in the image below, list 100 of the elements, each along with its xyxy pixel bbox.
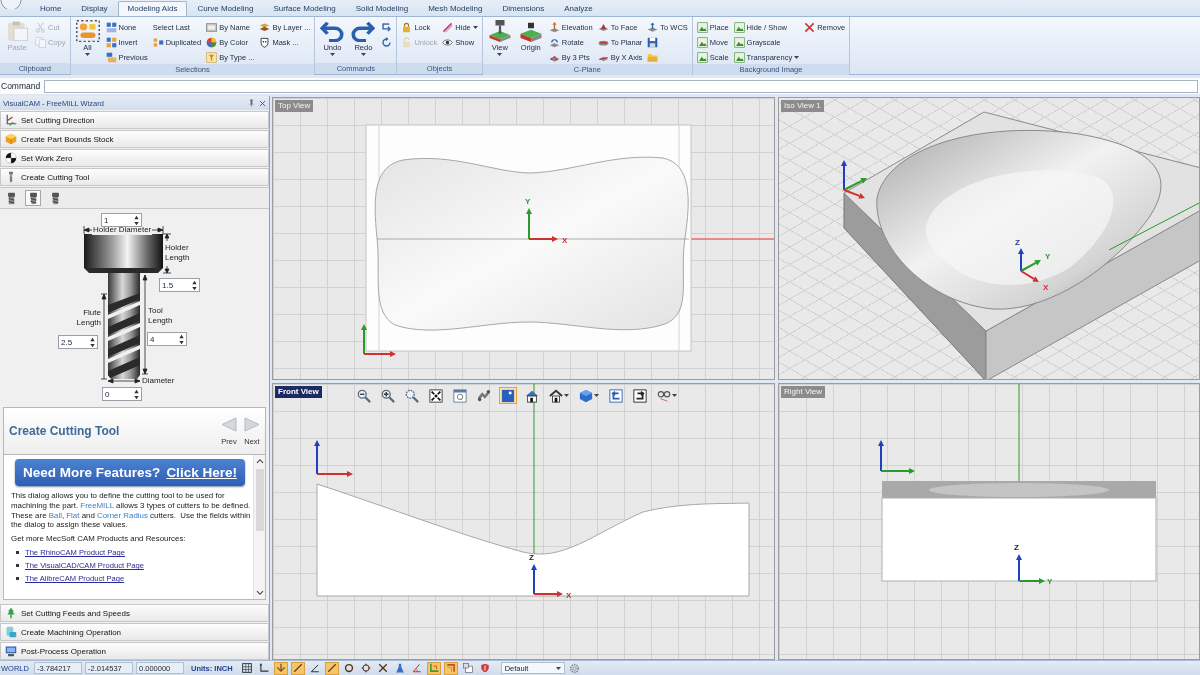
- picture-icon: [696, 51, 708, 63]
- name-tag-icon: [206, 21, 218, 33]
- y-axis-arrow: [843, 178, 867, 191]
- quadrant-disc-icon: [5, 152, 17, 164]
- pages-icon: [35, 36, 46, 48]
- wizard-step-button[interactable]: Set Cutting Direction: [0, 111, 269, 129]
- bullet-icon: [16, 564, 19, 568]
- glasses-icon: [657, 388, 671, 403]
- picture-icon: [696, 36, 708, 48]
- undo-icon: [320, 20, 345, 42]
- number-field[interactable]: 0: [102, 387, 142, 401]
- ribbon-tab[interactable]: Modeling Aids: [117, 1, 188, 16]
- scrollbar[interactable]: [253, 455, 265, 599]
- command-label: Command: [0, 81, 42, 91]
- x-mark-icon: [377, 663, 388, 673]
- spin-arrows-icon: [133, 214, 140, 226]
- ribbon-tab[interactable]: Curve Modeling: [187, 1, 264, 16]
- tool-type-button[interactable]: [25, 190, 41, 206]
- layers-icon: [259, 21, 271, 33]
- rotate-plane-icon: [548, 36, 560, 48]
- axis-label: X: [562, 236, 568, 245]
- scrollbar-thumb[interactable]: [255, 469, 264, 531]
- scroll-up-button[interactable]: [255, 458, 264, 465]
- wizard-step-button[interactable]: Set Cutting Feeds and Speeds: [0, 604, 269, 622]
- view-tool-button[interactable]: [379, 387, 397, 404]
- z-axis-arrow: [1018, 248, 1024, 272]
- snap-button[interactable]: [324, 661, 339, 675]
- view-tool-button[interactable]: [547, 387, 571, 404]
- z-axis-arrow: [531, 564, 537, 595]
- axis-label: Z: [529, 553, 534, 562]
- bullet-icon: [16, 577, 19, 581]
- bullet-icon: [16, 551, 19, 555]
- ribbon-tab[interactable]: Display: [71, 1, 118, 16]
- grid-button[interactable]: [239, 661, 254, 675]
- wizard-step-button[interactable]: Create Cutting Tool: [0, 168, 269, 186]
- ribbon-tab[interactable]: Analyze: [554, 1, 603, 16]
- plane-camera-icon: [487, 20, 512, 42]
- color-wheel-icon: [206, 36, 218, 48]
- ribbon-tab[interactable]: Surface Modeling: [263, 1, 346, 16]
- computer-icon: [5, 645, 17, 657]
- number-field[interactable]: 1: [101, 213, 142, 227]
- perpendicular-icon: [275, 663, 286, 673]
- view-tool-button[interactable]: [427, 387, 445, 404]
- corner-icon: [445, 663, 456, 673]
- command-field[interactable]: [44, 79, 1198, 93]
- axes-icon: [5, 114, 17, 126]
- window-magnifier-icon: [453, 388, 467, 403]
- x-axis-arrow: [1020, 270, 1039, 282]
- slash-icon: [442, 21, 454, 33]
- selection-box-icon: [75, 20, 100, 42]
- chevron-down-icon: [255, 589, 264, 596]
- number-field[interactable]: 2.5: [58, 335, 98, 349]
- pan-icon: [477, 388, 491, 403]
- settings-icon: [569, 662, 581, 674]
- settings-button[interactable]: [567, 661, 582, 675]
- wizard-step-button[interactable]: Create Machining Operation: [0, 623, 269, 641]
- y-axis-arrow: [361, 324, 367, 355]
- axis-label: Y: [1045, 252, 1051, 261]
- wizard-step-button[interactable]: Post-Process Operation: [0, 642, 269, 660]
- y-axis-arrow: [880, 468, 915, 474]
- viewport[interactable]: Z X Front View: [272, 383, 775, 660]
- view-tool-button[interactable]: [607, 387, 625, 404]
- left-triangle-icon: [221, 416, 237, 432]
- viewport[interactable]: Z Y X Iso View 1: [778, 97, 1200, 380]
- undo-view-icon: [609, 388, 623, 403]
- dimension-label: Flute Length: [75, 308, 101, 328]
- corner-radius-end-mill-icon: [49, 191, 61, 205]
- pin-button[interactable]: [248, 99, 255, 107]
- wizard-step-button[interactable]: Create Part Bounds Stock: [0, 130, 269, 148]
- y-axis-arrow: [1020, 260, 1041, 272]
- snap-button[interactable]: [273, 661, 288, 675]
- wizard-step-button[interactable]: Set Work Zero: [0, 149, 269, 167]
- view-tool-button[interactable]: [631, 387, 649, 404]
- z-axis-arrow: [314, 440, 320, 475]
- number-field[interactable]: 4: [147, 332, 187, 346]
- ribbon-tab[interactable]: Mesh Modeling: [418, 1, 493, 16]
- viewport[interactable]: Y X Top View: [272, 97, 775, 380]
- viewport-title: Top View: [275, 100, 314, 112]
- ribbon-tab[interactable]: Solid Modeling: [345, 1, 419, 16]
- dimension-label: Holder Length: [165, 243, 191, 263]
- viewport[interactable]: Z Y Right View: [778, 383, 1200, 660]
- tree-icon: [5, 607, 17, 619]
- right-triangle-icon: [244, 416, 260, 432]
- x-axis-arrow: [316, 471, 353, 477]
- number-field[interactable]: 1.5: [159, 278, 200, 292]
- spin-arrows-icon: [191, 279, 198, 291]
- remove-icon: [804, 21, 816, 33]
- clipboard-icon: [5, 20, 29, 42]
- scroll-down-button[interactable]: [255, 589, 264, 596]
- view-tool-button[interactable]: [475, 387, 493, 404]
- axis-label: Y: [525, 197, 531, 206]
- close-button[interactable]: [259, 99, 266, 107]
- ball-end-mill-icon: [27, 191, 39, 205]
- ribbon-button[interactable]: [380, 20, 394, 34]
- caret-icon: [555, 666, 561, 670]
- snap-button[interactable]: [290, 661, 305, 675]
- click-here-link[interactable]: Click Here!: [166, 465, 237, 480]
- ribbon-tab[interactable]: Home: [30, 1, 72, 16]
- plane-origin-icon: [518, 20, 543, 42]
- ribbon-tab[interactable]: Dimensions: [492, 1, 555, 16]
